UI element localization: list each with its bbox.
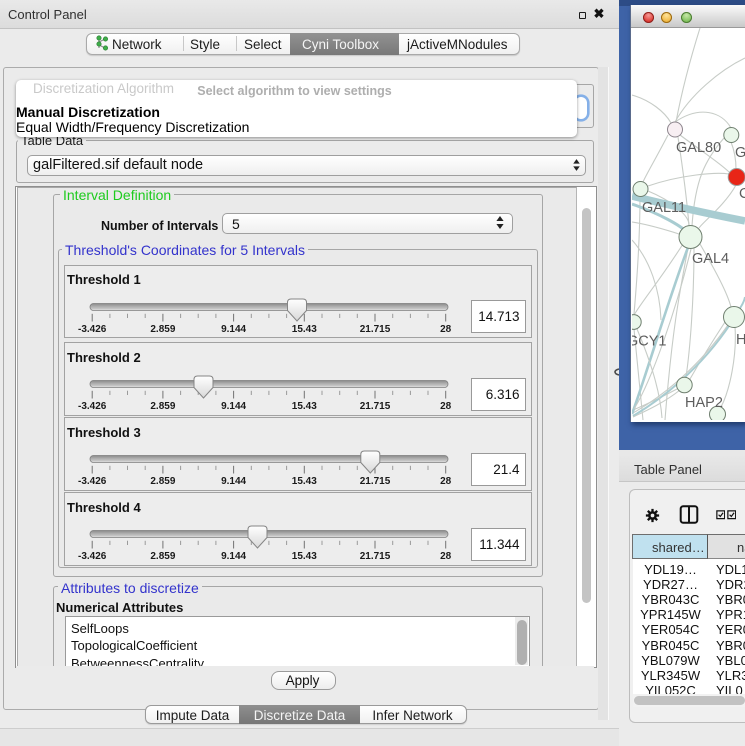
svg-text:28: 28 xyxy=(440,324,452,335)
svg-text:15.43: 15.43 xyxy=(291,324,316,335)
svg-text:HAP2: HAP2 xyxy=(685,395,723,411)
svg-text:21.715: 21.715 xyxy=(359,324,390,335)
svg-text:H: H xyxy=(736,332,745,348)
svg-text:GAL4: GAL4 xyxy=(692,251,729,267)
svg-text:9.144: 9.144 xyxy=(221,476,246,487)
svg-text:GCY1: GCY1 xyxy=(632,334,667,350)
svg-text:28: 28 xyxy=(440,476,452,487)
svg-text:21.715: 21.715 xyxy=(359,476,390,487)
svg-text:-3.426: -3.426 xyxy=(78,476,107,487)
svg-text:C: C xyxy=(739,186,745,202)
svg-text:-3.426: -3.426 xyxy=(78,401,107,412)
svg-text:-3.426: -3.426 xyxy=(78,324,107,335)
svg-text:21.715: 21.715 xyxy=(359,551,390,562)
svg-text:15.43: 15.43 xyxy=(291,401,316,412)
svg-text:9.144: 9.144 xyxy=(221,551,246,562)
svg-text:GAL11: GAL11 xyxy=(642,200,686,216)
svg-text:15.43: 15.43 xyxy=(291,551,316,562)
svg-text:2.859: 2.859 xyxy=(150,401,175,412)
svg-text:28: 28 xyxy=(440,401,452,412)
svg-text:2.859: 2.859 xyxy=(150,476,175,487)
svg-text:2.859: 2.859 xyxy=(150,551,175,562)
svg-text:21.715: 21.715 xyxy=(359,401,390,412)
svg-text:-3.426: -3.426 xyxy=(78,551,107,562)
svg-text:GA: GA xyxy=(735,145,745,161)
svg-text:2.859: 2.859 xyxy=(150,324,175,335)
svg-text:9.144: 9.144 xyxy=(221,401,246,412)
svg-text:15.43: 15.43 xyxy=(291,476,316,487)
svg-text:9.144: 9.144 xyxy=(221,324,246,335)
svg-text:28: 28 xyxy=(440,551,452,562)
svg-text:GAL80: GAL80 xyxy=(676,140,721,156)
